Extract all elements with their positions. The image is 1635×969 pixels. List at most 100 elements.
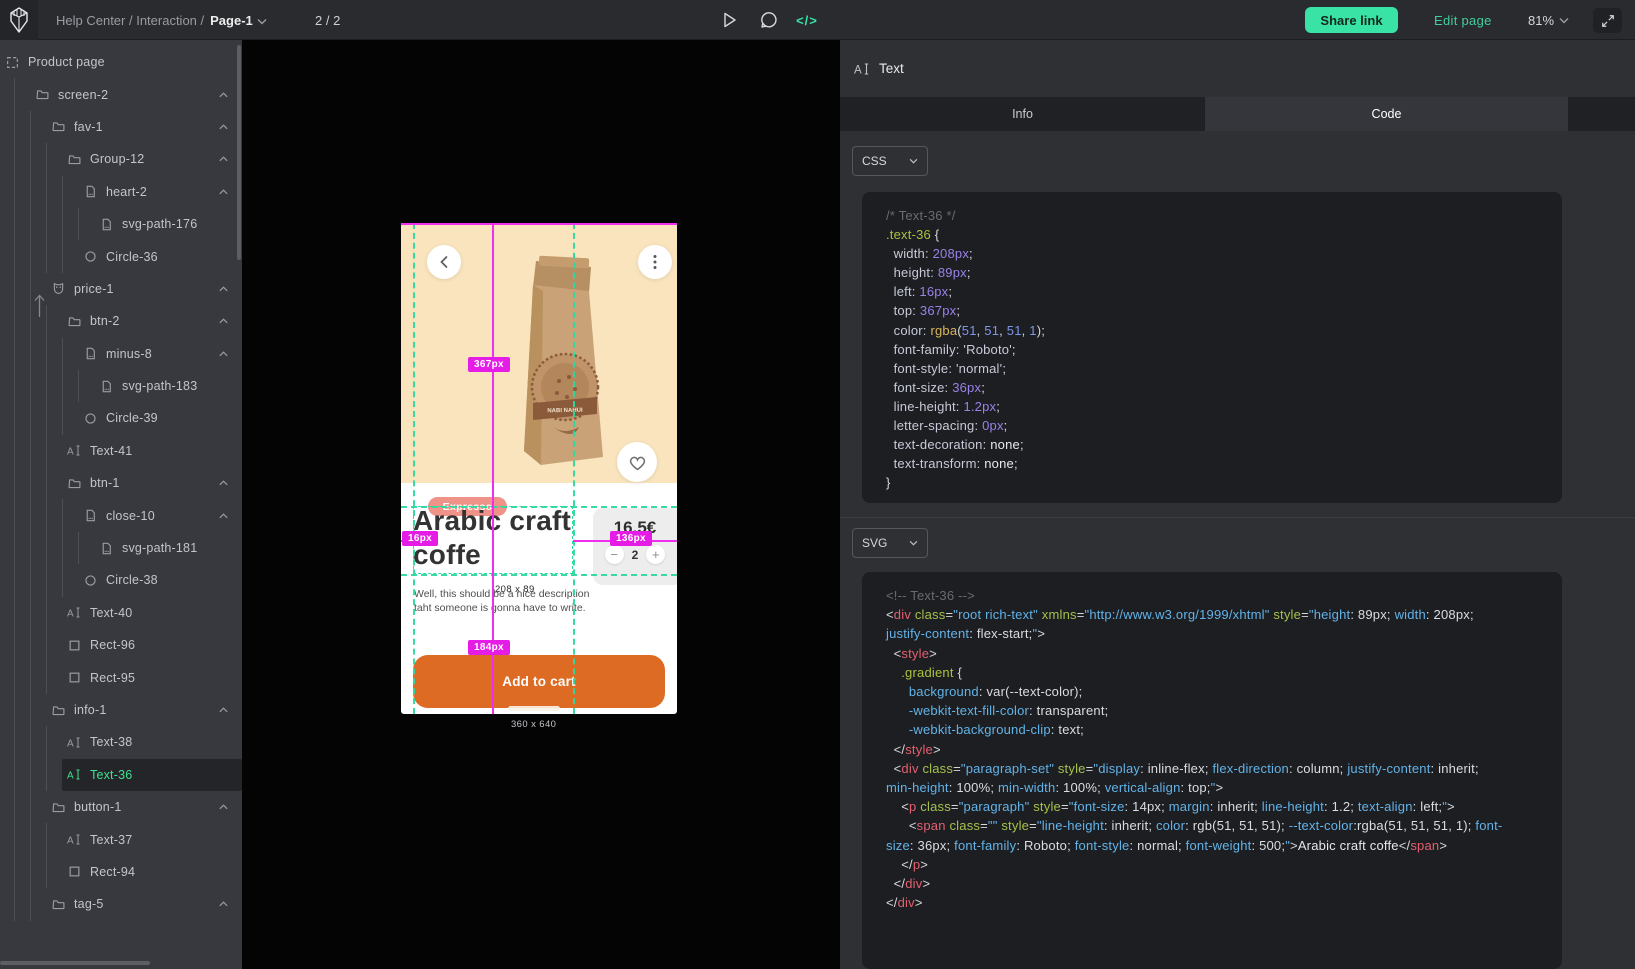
sidebar-item-button-1[interactable]: button-1 bbox=[0, 791, 242, 823]
tab-code[interactable]: Code bbox=[1205, 97, 1568, 131]
tree-guide-line bbox=[30, 661, 46, 693]
mask-icon bbox=[51, 282, 65, 296]
layer-label: Circle-39 bbox=[106, 411, 158, 425]
sidebar-item-svg-path-176[interactable]: svg-path-176 bbox=[0, 208, 242, 240]
layer-label: svg-path-176 bbox=[122, 217, 197, 231]
svg-text:A: A bbox=[67, 738, 74, 749]
chevron-left-icon bbox=[438, 255, 450, 269]
code-view-button[interactable]: </> bbox=[791, 0, 823, 40]
sidebar-vertical-scrollbar[interactable] bbox=[237, 45, 241, 260]
sidebar-item-text-40[interactable]: AText-40 bbox=[0, 597, 242, 629]
breadcrumb-current-page[interactable]: Page-1 bbox=[210, 13, 253, 28]
sidebar-item-text-36[interactable]: AText-36 bbox=[0, 759, 242, 791]
fullscreen-button[interactable] bbox=[1593, 8, 1622, 33]
tree-guide-line bbox=[46, 823, 62, 855]
folder-icon bbox=[67, 314, 81, 328]
sidebar-item-heart-2[interactable]: heart-2 bbox=[0, 176, 242, 208]
css-code-block[interactable]: /* Text-36 */.text-36 { width: 208px; he… bbox=[862, 192, 1562, 503]
breadcrumb[interactable]: Help Center / Interaction / Page-1 bbox=[56, 0, 267, 40]
chevron-up-icon[interactable] bbox=[218, 155, 229, 163]
chevron-up-icon[interactable] bbox=[218, 317, 229, 325]
chevron-up-icon[interactable] bbox=[218, 706, 229, 714]
tree-guide-line bbox=[62, 176, 78, 208]
tree-guide-line bbox=[30, 111, 46, 143]
chevron-up-icon[interactable] bbox=[218, 123, 229, 131]
text-icon: A bbox=[67, 833, 81, 847]
back-button[interactable] bbox=[427, 245, 461, 279]
layer-label: screen-2 bbox=[58, 88, 108, 102]
sidebar-item-svg-path-183[interactable]: svg-path-183 bbox=[0, 370, 242, 402]
add-to-cart-button[interactable]: Add to cart bbox=[413, 655, 665, 708]
tree-guide-line bbox=[14, 208, 30, 240]
sidebar-item-rect-95[interactable]: Rect-95 bbox=[0, 661, 242, 693]
sidebar-item-svg-path-181[interactable]: svg-path-181 bbox=[0, 532, 242, 564]
sidebar-item-text-41[interactable]: AText-41 bbox=[0, 435, 242, 467]
svg-file-icon bbox=[83, 509, 97, 523]
share-link-button[interactable]: Share link bbox=[1305, 7, 1398, 33]
chevron-up-icon[interactable] bbox=[218, 285, 229, 293]
chevron-up-icon[interactable] bbox=[218, 91, 229, 99]
product-page-screen[interactable]: NABI NAHUI Expresso Arabic craft bbox=[401, 223, 677, 714]
chevron-up-icon[interactable] bbox=[218, 479, 229, 487]
favorite-button[interactable] bbox=[617, 442, 657, 482]
tree-guide-line bbox=[46, 402, 62, 434]
edit-page-link[interactable]: Edit page bbox=[1434, 0, 1492, 40]
sidebar-item-text-37[interactable]: AText-37 bbox=[0, 823, 242, 855]
tree-guide-line bbox=[30, 370, 46, 402]
tree-guide-line bbox=[30, 338, 46, 370]
more-options-button[interactable] bbox=[638, 245, 672, 279]
tree-guide-line bbox=[46, 629, 62, 661]
code-line: width: 208px; bbox=[886, 244, 1538, 263]
decrease-quantity-button[interactable]: − bbox=[605, 545, 624, 564]
sidebar-item-minus-8[interactable]: minus-8 bbox=[0, 338, 242, 370]
sidebar-item-text-38[interactable]: AText-38 bbox=[0, 726, 242, 758]
increase-quantity-button[interactable]: + bbox=[646, 545, 665, 564]
app-logo[interactable] bbox=[0, 0, 38, 40]
sidebar-item-btn-1[interactable]: btn-1 bbox=[0, 467, 242, 499]
chevron-down-icon bbox=[909, 540, 918, 546]
sidebar-item-close-10[interactable]: close-10 bbox=[0, 499, 242, 531]
sidebar-item-fav-1[interactable]: fav-1 bbox=[0, 111, 242, 143]
sidebar-item-group-12[interactable]: Group-12 bbox=[0, 143, 242, 175]
svg-code-block[interactable]: <!-- Text-36 --><div class="root rich-te… bbox=[862, 572, 1562, 969]
tab-info[interactable]: Info bbox=[840, 97, 1205, 131]
sidebar-item-product-page[interactable]: Product page bbox=[0, 46, 242, 78]
play-button[interactable] bbox=[714, 0, 746, 40]
tree-guide-line bbox=[78, 208, 94, 240]
layer-label: fav-1 bbox=[74, 120, 103, 134]
sidebar-item-circle-39[interactable]: Circle-39 bbox=[0, 402, 242, 434]
code-line: min-height: 100%; min-width: 100%; verti… bbox=[886, 778, 1538, 797]
chevron-up-icon[interactable] bbox=[218, 900, 229, 908]
code-line: <div class="paragraph-set" style="displa… bbox=[886, 759, 1538, 778]
code-line: <!-- Text-36 --> bbox=[886, 586, 1538, 605]
css-format-select[interactable]: CSS bbox=[852, 146, 928, 176]
design-canvas[interactable]: NABI NAHUI Expresso Arabic craft bbox=[242, 40, 840, 969]
tree-guide-line bbox=[46, 499, 62, 531]
chevron-up-icon[interactable] bbox=[218, 803, 229, 811]
svg-text:A: A bbox=[67, 609, 74, 620]
sidebar-item-info-1[interactable]: info-1 bbox=[0, 694, 242, 726]
measure-label-left: 16px bbox=[402, 531, 438, 546]
comments-button[interactable] bbox=[753, 0, 785, 40]
code-line: background: var(--text-color); bbox=[886, 682, 1538, 701]
zoom-level-control[interactable]: 81% bbox=[1528, 0, 1569, 40]
chevron-up-icon[interactable] bbox=[218, 350, 229, 358]
rect-icon bbox=[67, 638, 81, 652]
tree-guide-line bbox=[62, 370, 78, 402]
svg-file-icon bbox=[99, 379, 113, 393]
sidebar-item-rect-96[interactable]: Rect-96 bbox=[0, 629, 242, 661]
svg-format-select[interactable]: SVG bbox=[852, 528, 928, 558]
tree-guide-line bbox=[30, 791, 46, 823]
sidebar-item-circle-36[interactable]: Circle-36 bbox=[0, 240, 242, 272]
sidebar-horizontal-scrollbar[interactable] bbox=[0, 961, 150, 965]
chevron-down-icon[interactable] bbox=[257, 13, 267, 28]
sidebar-item-tag-5[interactable]: tag-5 bbox=[0, 888, 242, 920]
chevron-up-icon[interactable] bbox=[218, 512, 229, 520]
chevron-up-icon[interactable] bbox=[218, 188, 229, 196]
text-icon: A bbox=[67, 444, 81, 458]
sidebar-item-screen-2[interactable]: screen-2 bbox=[0, 78, 242, 110]
sidebar-item-circle-38[interactable]: Circle-38 bbox=[0, 564, 242, 596]
sidebar-item-rect-94[interactable]: Rect-94 bbox=[0, 856, 242, 888]
layer-label: Product page bbox=[28, 55, 105, 69]
tree-guide-line bbox=[30, 176, 46, 208]
